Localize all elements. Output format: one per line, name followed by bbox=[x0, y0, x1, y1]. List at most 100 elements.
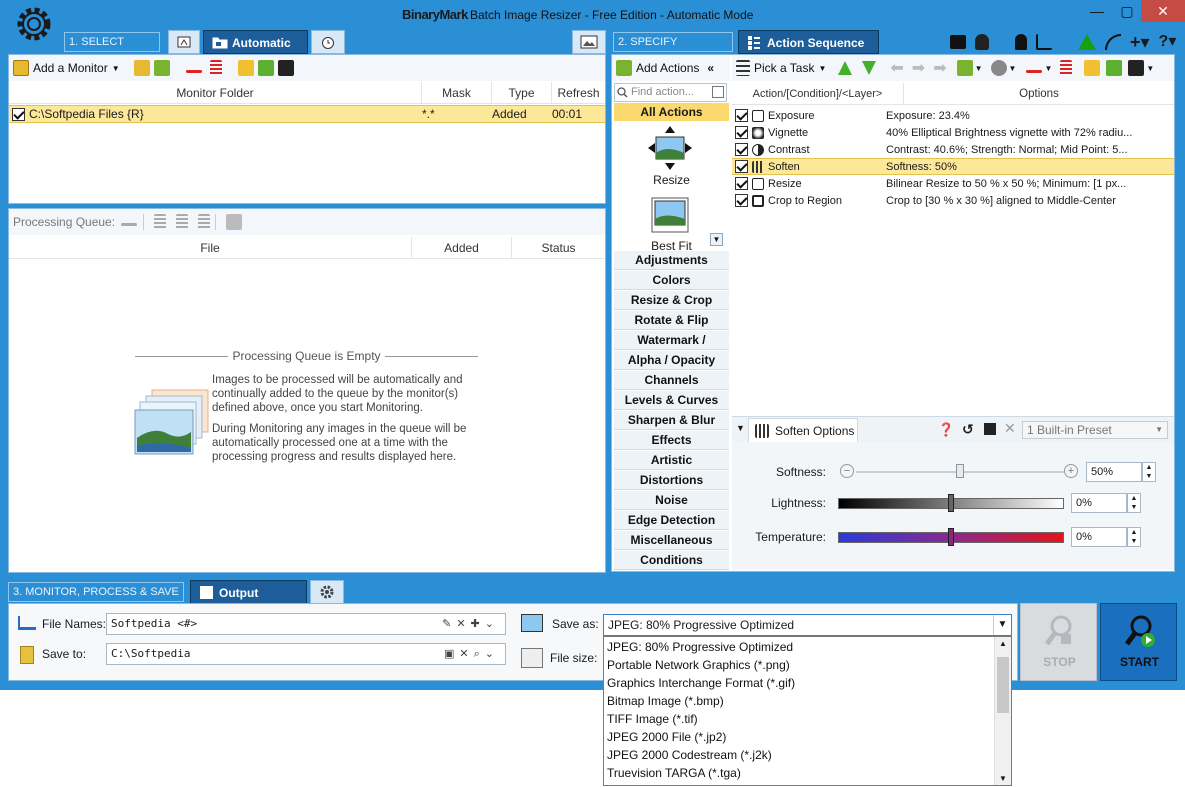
minimize-button[interactable]: — bbox=[1082, 0, 1112, 22]
action-category[interactable]: Conditions bbox=[614, 551, 729, 570]
scroll-down-arrow-icon[interactable]: ▼ bbox=[999, 774, 1007, 783]
shield-icon[interactable] bbox=[975, 34, 989, 50]
find-action-input[interactable]: Find action... bbox=[614, 83, 727, 102]
temperature-input[interactable]: 0% bbox=[1071, 527, 1127, 547]
add-actions-button[interactable]: Add Actions bbox=[612, 60, 703, 76]
add-sequence-icon[interactable] bbox=[1106, 60, 1123, 76]
action-category[interactable]: Resize & Crop bbox=[614, 291, 729, 310]
layer-settings-icon[interactable] bbox=[990, 60, 1007, 76]
column-type[interactable]: Type bbox=[492, 82, 552, 103]
tab-automatic[interactable]: Automatic (1) bbox=[203, 30, 308, 74]
action-category[interactable]: Colors bbox=[614, 271, 729, 290]
dropdown-scrollbar[interactable]: ▲ ▼ bbox=[994, 637, 1011, 785]
tab-manual-mode[interactable] bbox=[168, 30, 200, 54]
close-button[interactable]: ✕ bbox=[1141, 0, 1185, 22]
action-checkbox[interactable] bbox=[735, 109, 748, 122]
table-row[interactable]: Crop to Region Crop to [30 % x 30 %] alig… bbox=[732, 192, 1174, 209]
save-as-dropdown[interactable]: JPEG: 80% Progressive Optimized ▼ bbox=[603, 614, 1012, 636]
pick-task-button[interactable]: Pick a Task ▼ bbox=[732, 60, 830, 76]
lightness-spinner[interactable]: ▲ ▼ bbox=[1127, 493, 1141, 513]
list-item[interactable]: TIFF Image (*.tif) bbox=[604, 710, 994, 728]
add-condition-icon[interactable] bbox=[956, 60, 973, 76]
scroll-down-icon[interactable]: ▼ bbox=[710, 233, 723, 246]
action-category[interactable]: Sharpen & Blur bbox=[614, 411, 729, 430]
start-button[interactable]: START bbox=[1100, 603, 1177, 681]
save-to-field-icons[interactable]: ▣✕⌕⌄ bbox=[444, 644, 499, 664]
softness-decrease-button[interactable]: − bbox=[840, 464, 854, 478]
tab-scheduled-mode[interactable] bbox=[311, 30, 345, 54]
list-item[interactable]: JPEG 2000 File (*.jp2) bbox=[604, 728, 994, 746]
list-item[interactable]: Bitmap Image (*.bmp) bbox=[604, 692, 994, 710]
lightbulb-icon[interactable] bbox=[1015, 34, 1027, 50]
reset-icon[interactable]: ↺ bbox=[962, 421, 974, 438]
action-checkbox[interactable] bbox=[735, 160, 748, 173]
softness-increase-button[interactable]: + bbox=[1064, 464, 1078, 478]
remove-action-icon[interactable] bbox=[1026, 69, 1043, 73]
queue-remove-icon[interactable] bbox=[121, 222, 138, 226]
table-row[interactable]: Exposure Exposure: 23.4% bbox=[732, 107, 1174, 124]
action-category[interactable]: Adjustments bbox=[614, 251, 729, 270]
column-mask[interactable]: Mask bbox=[422, 82, 492, 103]
action-category[interactable]: Artistic bbox=[614, 451, 729, 470]
column-monitor-folder[interactable]: Monitor Folder bbox=[9, 82, 422, 103]
column-file[interactable]: File bbox=[9, 237, 412, 258]
lightness-input[interactable]: 0% bbox=[1071, 493, 1127, 513]
open-sequence-icon[interactable] bbox=[1084, 60, 1101, 76]
checklist-icon[interactable] bbox=[1036, 34, 1052, 50]
action-category[interactable]: Watermark / Overlay bbox=[614, 331, 729, 366]
action-category[interactable]: Levels & Curves bbox=[614, 391, 729, 410]
save-icon[interactable] bbox=[277, 60, 294, 76]
clear-search-icon[interactable] bbox=[712, 86, 724, 98]
action-category[interactable]: Noise bbox=[614, 491, 729, 510]
action-category[interactable]: Distortions bbox=[614, 471, 729, 490]
maximize-button[interactable]: ▢ bbox=[1112, 0, 1142, 22]
open-folder-icon[interactable] bbox=[237, 60, 254, 76]
console-icon[interactable] bbox=[950, 35, 966, 49]
softness-input[interactable]: 50% bbox=[1086, 462, 1142, 482]
table-row[interactable]: Resize Bilinear Resize to 50 % x 50 %; Mi… bbox=[732, 175, 1174, 192]
help-menu-icon[interactable]: ?▾ bbox=[1159, 34, 1177, 50]
tab-output-settings[interactable]: Output Settings bbox=[190, 580, 307, 624]
move-up-icon[interactable] bbox=[838, 61, 853, 75]
best-fit-icon[interactable] bbox=[651, 197, 689, 233]
table-row[interactable]: Contrast Contrast: 40.6%; Strength: Norma… bbox=[732, 141, 1174, 158]
gear-icon[interactable] bbox=[14, 4, 54, 44]
remove-icon[interactable] bbox=[185, 69, 202, 73]
queue-export-icon[interactable] bbox=[226, 214, 243, 230]
action-category[interactable]: Channels bbox=[614, 371, 729, 390]
collapse-panel-button[interactable]: « bbox=[707, 61, 714, 75]
queue-move-icon[interactable] bbox=[198, 214, 211, 230]
action-checkbox[interactable] bbox=[735, 194, 748, 207]
remove-all-actions-icon[interactable] bbox=[1060, 60, 1073, 76]
file-names-field-icons[interactable]: ✎✕✚⌄ bbox=[442, 614, 499, 634]
action-category[interactable]: Rotate & Flip bbox=[614, 311, 729, 330]
list-item[interactable]: JPEG: 80% Progressive Optimized bbox=[604, 638, 994, 656]
add-list-icon[interactable] bbox=[257, 60, 274, 76]
edit-monitor-icon[interactable] bbox=[133, 60, 150, 76]
resize-icon[interactable] bbox=[647, 125, 693, 171]
tab-output-options[interactable] bbox=[310, 580, 344, 604]
add-menu-icon[interactable]: +▾ bbox=[1130, 33, 1150, 51]
save-preset-icon[interactable] bbox=[984, 423, 996, 435]
resize-tile-label[interactable]: Resize bbox=[614, 173, 729, 187]
scroll-up-icon[interactable]: ▲ bbox=[999, 639, 1007, 648]
monitor-settings-icon[interactable] bbox=[153, 60, 170, 76]
options-tab[interactable]: Soften Options bbox=[748, 418, 858, 443]
remove-all-icon[interactable] bbox=[209, 60, 222, 76]
file-names-input[interactable]: Softpedia <#> ✎✕✚⌄ bbox=[106, 613, 506, 635]
chevron-down-icon[interactable]: ▼ bbox=[993, 615, 1011, 635]
softness-spinner[interactable]: ▲ ▼ bbox=[1142, 462, 1156, 482]
list-item[interactable]: Portable Network Graphics (*.png) bbox=[604, 656, 994, 674]
preview-image-button[interactable] bbox=[572, 30, 606, 54]
collapse-options-icon[interactable]: ▼ bbox=[736, 423, 745, 433]
list-item[interactable]: JPEG 2000 Codestream (*.j2k) bbox=[604, 746, 994, 764]
column-options[interactable]: Options bbox=[904, 83, 1174, 104]
action-checkbox[interactable] bbox=[735, 126, 748, 139]
preset-dropdown[interactable]: 1 Built-in Preset ▼ bbox=[1022, 421, 1168, 439]
feed-icon[interactable] bbox=[1105, 34, 1121, 50]
add-monitor-button[interactable]: Add a Monitor ▼ bbox=[9, 60, 124, 76]
action-category[interactable]: Edge Detection bbox=[614, 511, 729, 530]
forward-arrow-icon[interactable]: ➡ bbox=[912, 58, 925, 78]
delete-preset-icon[interactable]: ✕ bbox=[1004, 420, 1016, 437]
column-added[interactable]: Added bbox=[412, 237, 512, 258]
